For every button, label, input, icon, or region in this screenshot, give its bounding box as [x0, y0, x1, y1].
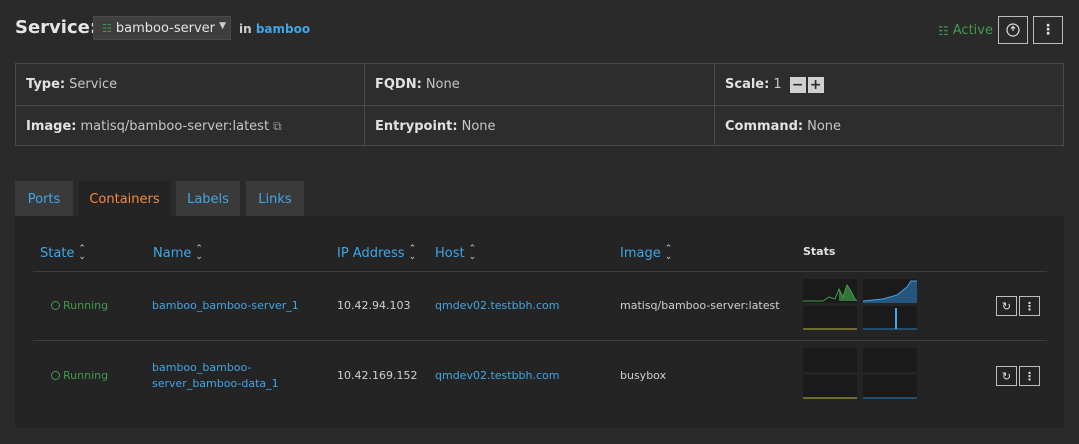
info-entrypoint: Entrypoint: None — [375, 119, 496, 134]
column-header-image[interactable]: Image ⌃ ⌄ — [620, 244, 673, 262]
status-text: Active — [952, 23, 993, 38]
memory-graph — [863, 348, 917, 372]
vertical-dots-icon: ⋮ — [1024, 369, 1035, 383]
state-cell: Running — [51, 299, 108, 312]
table-row: Running bamboo_bamboo- server_bamboo-dat… — [0, 341, 1079, 411]
help-button[interactable] — [998, 16, 1028, 44]
restart-icon: ↻ — [1001, 299, 1012, 313]
network-icon: ☷ — [938, 23, 949, 38]
image-cell: matisq/bamboo-server:latest — [620, 299, 780, 312]
column-header-ip[interactable]: IP Address ⌃ ⌄ — [337, 244, 417, 262]
vertical-dots-icon: ⋮ — [1041, 22, 1055, 38]
cpu-graph — [803, 279, 858, 303]
tab-links[interactable]: Links — [246, 181, 304, 217]
ip-address: 10.42.169.152 — [337, 369, 418, 382]
restart-button[interactable]: ↻ — [996, 366, 1017, 386]
sort-icon: ⌃ ⌄ — [664, 244, 673, 262]
memory-graph — [862, 279, 917, 303]
help-circle-icon — [1006, 23, 1020, 37]
info-scale: Scale: 1 − + — [715, 64, 1064, 105]
storage-graph — [863, 306, 917, 330]
state-cell: Running — [51, 369, 108, 382]
copy-icon[interactable]: ⧉ — [273, 119, 282, 134]
stats-cell[interactable] — [803, 348, 917, 400]
tab-labels[interactable]: Labels — [176, 181, 240, 217]
host-link[interactable]: qmdev02.testbbh.com — [435, 369, 560, 382]
info-image: Image: matisq/bamboo-server:latest ⧉ — [26, 119, 282, 134]
status-circle-icon — [51, 301, 60, 310]
column-header-name[interactable]: Name ⌃ ⌄ — [153, 244, 203, 262]
sort-icon: ⌃ ⌄ — [408, 244, 417, 262]
page-title: Service: — [15, 17, 98, 38]
service-info-table: Type: Service FQDN: None Scale: 1 − + Image… — [15, 63, 1064, 146]
tab-containers[interactable]: Containers — [79, 181, 170, 217]
network-graph — [803, 375, 857, 399]
scale-down-button[interactable]: − — [789, 76, 806, 93]
column-header-host[interactable]: Host ⌃ ⌄ — [435, 244, 477, 262]
network-icon: ☷ — [102, 21, 112, 35]
info-type: Type: Service — [26, 77, 118, 92]
storage-graph — [863, 375, 917, 399]
scale-up-button[interactable]: + — [807, 76, 824, 93]
service-select-value: bamboo-server — [115, 20, 215, 36]
row-more-button[interactable]: ⋮ — [1019, 366, 1040, 386]
cpu-graph — [803, 348, 857, 372]
info-command: Command: None — [725, 119, 842, 134]
service-select[interactable]: ☷ bamboo-server ▼ — [93, 16, 231, 40]
sort-icon: ⌃ ⌄ — [195, 244, 203, 262]
restart-icon: ↻ — [1001, 369, 1012, 383]
container-name-link[interactable]: bamboo_bamboo-server_1 — [152, 299, 299, 312]
image-cell: busybox — [620, 369, 667, 382]
sort-icon: ⌃ ⌄ — [78, 244, 86, 262]
tab-ports[interactable]: Ports — [15, 181, 73, 217]
row-more-button[interactable]: ⋮ — [1019, 296, 1040, 316]
status-circle-icon — [51, 371, 60, 380]
status-badge: ☷ Active — [938, 23, 993, 38]
host-link[interactable]: qmdev02.testbbh.com — [435, 299, 560, 312]
info-fqdn: FQDN: None — [375, 77, 460, 92]
more-actions-button[interactable]: ⋮ — [1033, 16, 1063, 44]
column-header-state[interactable]: State ⌃ ⌄ — [40, 244, 86, 262]
vertical-dots-icon: ⋮ — [1024, 299, 1035, 313]
stats-cell[interactable] — [803, 279, 917, 330]
stack-link[interactable]: bamboo — [256, 22, 310, 36]
network-graph — [803, 306, 857, 330]
container-name-link[interactable]: bamboo_bamboo- server_bamboo-data_1 — [152, 360, 279, 392]
sort-icon: ⌃ ⌄ — [468, 244, 477, 262]
ip-address: 10.42.94.103 — [337, 299, 411, 312]
table-row: Running bamboo_bamboo-server_1 10.42.94.… — [0, 272, 1079, 340]
column-header-stats: Stats — [803, 245, 836, 258]
restart-button[interactable]: ↻ — [996, 296, 1017, 316]
chevron-down-icon: ▼ — [219, 21, 226, 31]
stack-breadcrumb: in bamboo — [239, 22, 310, 36]
in-label: in — [239, 22, 252, 36]
